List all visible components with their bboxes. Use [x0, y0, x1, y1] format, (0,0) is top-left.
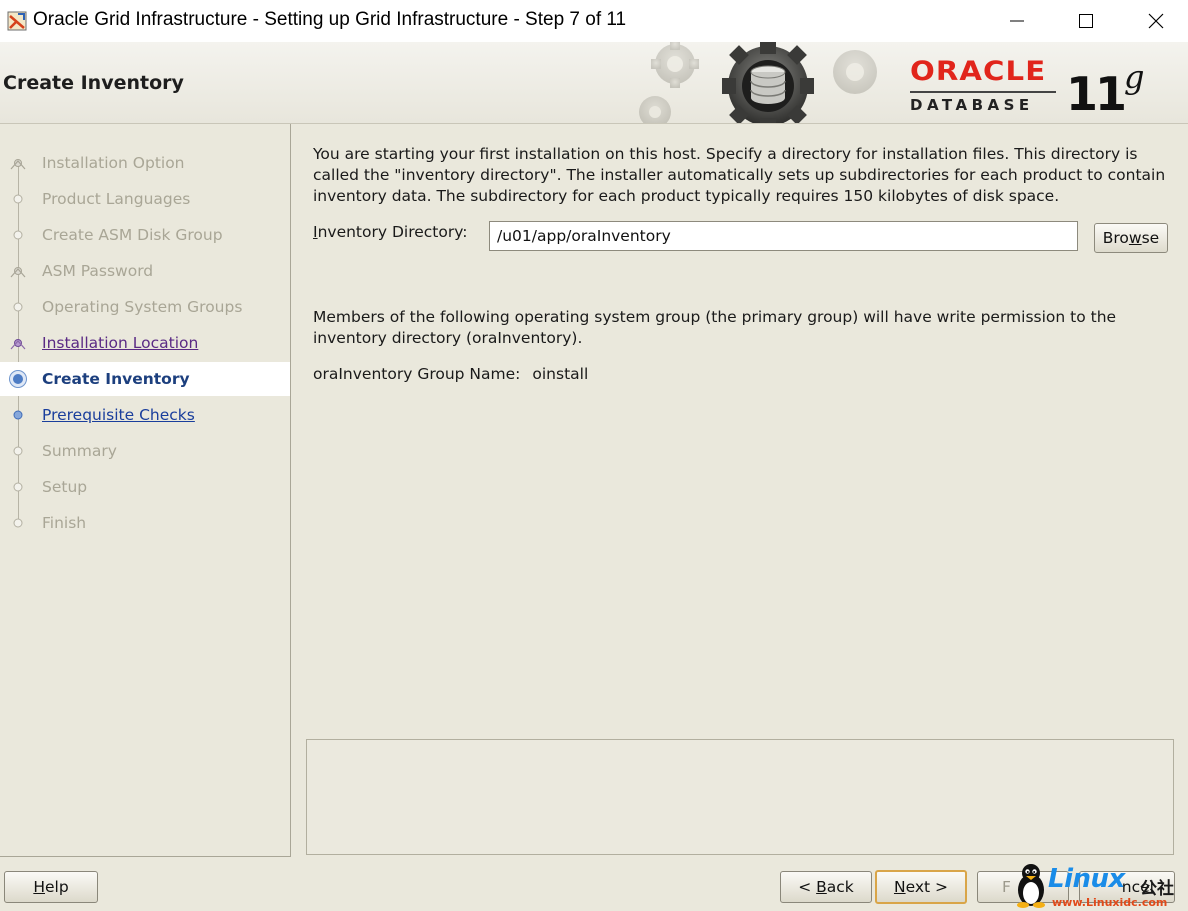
watermark-url: www.Linuxidc.com — [1052, 896, 1168, 909]
step-pending-icon — [13, 302, 23, 312]
step-pending-icon — [13, 194, 23, 204]
step-pending-icon — [13, 518, 23, 528]
group-name-label: oraInventory Group Name: — [313, 365, 521, 383]
version-letter: g — [1124, 58, 1145, 96]
inventory-directory-label: Inventory Directory: — [313, 223, 468, 241]
message-box — [306, 739, 1174, 855]
back-label-pre: < — [798, 878, 817, 896]
step-label: Create Inventory — [42, 370, 190, 388]
step-product-languages: Product Languages — [0, 182, 290, 216]
step-label: Finish — [42, 514, 87, 532]
logo-rule — [910, 91, 1056, 93]
tux-penguin-icon — [1017, 864, 1045, 908]
watermark-text: Linux — [1048, 864, 1125, 894]
installer-app-icon — [7, 11, 27, 31]
back-label-rest: ack — [826, 878, 854, 896]
step-finish: Finish — [0, 506, 290, 540]
step-create-asm-disk-group: Create ASM Disk Group — [0, 218, 290, 252]
close-icon — [1148, 13, 1164, 29]
inventory-label-rest: nventory Directory: — [317, 223, 468, 241]
page-title: Create Inventory — [3, 72, 184, 94]
step-visited-icon — [10, 339, 26, 350]
step-label: Create ASM Disk Group — [42, 226, 223, 244]
content-panel: You are starting your first installation… — [291, 124, 1188, 857]
intro-text: You are starting your first installation… — [313, 145, 1166, 205]
close-button[interactable] — [1121, 0, 1188, 42]
browse-label-post: se — [1141, 229, 1160, 247]
window-title: Oracle Grid Infrastructure - Setting up … — [33, 9, 627, 30]
step-label: Product Languages — [42, 190, 191, 208]
step-installation-option: Installation Option — [0, 146, 290, 180]
browse-button[interactable]: Browse — [1094, 223, 1168, 253]
members-text: Members of the following operating syste… — [313, 308, 1117, 347]
browse-label-mnemonic: w — [1128, 229, 1142, 247]
step-operating-system-groups: Operating System Groups — [0, 290, 290, 324]
step-asm-password: ASM Password — [0, 254, 290, 288]
step-label[interactable]: Installation Location — [42, 334, 198, 352]
step-label: Summary — [42, 442, 117, 460]
step-pending-icon — [13, 446, 23, 456]
step-setup: Setup — [0, 470, 290, 504]
installer-header: Create Inventory ORACLE DATABASE 11g — [0, 42, 1188, 124]
database-product-text: DATABASE — [910, 96, 1034, 114]
inventory-directory-input[interactable] — [489, 221, 1078, 251]
version-number: 11 — [1066, 67, 1127, 121]
group-name-value: oinstall — [532, 365, 589, 383]
back-button[interactable]: < Back — [780, 871, 872, 903]
step-summary: Summary — [0, 434, 290, 468]
step-label: Installation Option — [42, 154, 185, 172]
group-name-row: oraInventory Group Name: oinstall — [313, 365, 588, 383]
version-badge: 11g — [1066, 58, 1145, 121]
maximize-icon — [1079, 14, 1093, 28]
step-label[interactable]: Prerequisite Checks — [42, 406, 195, 424]
window-titlebar: Oracle Grid Infrastructure - Setting up … — [0, 0, 1188, 42]
step-done-icon — [10, 159, 26, 170]
main-area: Installation Option Product Languages Cr… — [0, 124, 1188, 911]
next-button[interactable]: Next > — [875, 870, 967, 904]
install-label-partial: F — [1002, 878, 1011, 896]
step-create-inventory: Create Inventory — [0, 362, 290, 396]
browse-label-pre: Bro — [1102, 229, 1129, 247]
step-link-icon — [13, 410, 23, 420]
help-label-rest: elp — [44, 878, 69, 896]
maximize-button[interactable] — [1051, 0, 1121, 42]
step-current-icon — [9, 370, 27, 388]
oracle-brand-text: ORACLE — [910, 56, 1047, 87]
step-installation-location[interactable]: Installation Location — [0, 326, 290, 360]
step-label: Operating System Groups — [42, 298, 243, 316]
next-mnemonic: N — [893, 878, 906, 896]
help-mnemonic: H — [33, 878, 45, 896]
step-label: ASM Password — [42, 262, 154, 280]
next-label-rest: ext > — [905, 878, 949, 896]
step-prerequisite-checks[interactable]: Prerequisite Checks — [0, 398, 290, 432]
gears-database-icon — [639, 42, 877, 123]
help-button[interactable]: Help — [4, 871, 98, 903]
step-done-icon — [10, 267, 26, 278]
linuxidc-watermark: Linux 公社 www.Linuxidc.com — [1012, 862, 1188, 911]
back-mnemonic: B — [816, 878, 827, 896]
steps-sidebar: Installation Option Product Languages Cr… — [0, 124, 291, 857]
step-label: Setup — [42, 478, 88, 496]
step-pending-icon — [13, 482, 23, 492]
oracle-database-logo: ORACLE DATABASE 11g — [906, 56, 1166, 121]
minimize-button[interactable] — [982, 0, 1052, 42]
step-pending-icon — [13, 230, 23, 240]
minimize-icon — [1010, 20, 1024, 22]
